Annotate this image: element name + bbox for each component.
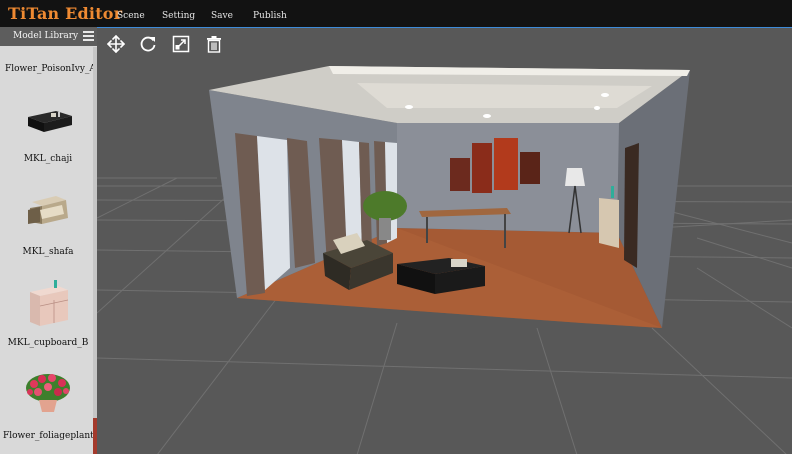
- rotate-icon[interactable]: [139, 35, 157, 53]
- menu-scene[interactable]: Scene: [117, 11, 145, 21]
- menu-setting[interactable]: Setting: [162, 11, 195, 21]
- model-library-header: Model Library: [0, 27, 97, 46]
- coffee-table-thumbnail[interactable]: [24, 107, 74, 137]
- model-library-panel: Model Library Flower_PoisonIvy_A MKL_cha…: [0, 27, 97, 454]
- room-model[interactable]: [97, 28, 792, 454]
- library-item-label[interactable]: MKL_cupboard_B: [0, 338, 96, 348]
- menu-publish[interactable]: Publish: [253, 11, 287, 21]
- model-library-title: Model Library: [13, 31, 79, 41]
- library-item-label[interactable]: Flower_PoisonIvy_A: [5, 64, 96, 74]
- top-menu-bar: TiTan Editor Scene Setting Save Publish: [0, 0, 792, 27]
- move-arrows-icon[interactable]: [107, 35, 125, 53]
- library-item-label[interactable]: MKL_shafa: [0, 247, 96, 257]
- cupboard-thumbnail[interactable]: [26, 278, 72, 328]
- hamburger-menu-icon[interactable]: [82, 29, 95, 44]
- library-item-label[interactable]: MKL_chaji: [0, 154, 96, 164]
- app-title: TiTan Editor: [8, 4, 123, 23]
- library-item-label[interactable]: Flower_foliageplant_08: [3, 431, 97, 441]
- menu-save[interactable]: Save: [211, 11, 233, 21]
- foliage-plant-thumbnail[interactable]: [22, 370, 74, 414]
- trash-icon[interactable]: [205, 35, 223, 53]
- scene-viewport[interactable]: [97, 27, 792, 454]
- scale-icon[interactable]: [172, 35, 190, 53]
- armchair-thumbnail[interactable]: [26, 194, 72, 230]
